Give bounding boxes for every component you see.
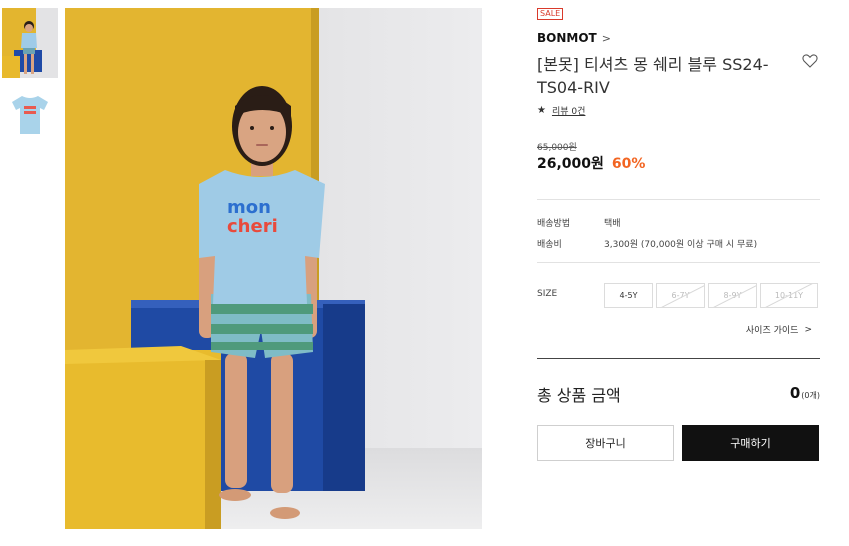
- star-icon: ★: [537, 105, 546, 116]
- main-product-image: mon cheri: [65, 8, 482, 529]
- total-quantity: (0개): [801, 391, 820, 400]
- chevron-right-icon: >: [601, 31, 611, 45]
- heart-outline-icon[interactable]: [801, 52, 819, 70]
- review-summary: ★ 리뷰 0건: [537, 104, 585, 117]
- size-guide-link[interactable]: 사이즈 가이드 >: [745, 323, 812, 337]
- discount-rate: 60%: [611, 156, 646, 172]
- divider-strong: [537, 358, 820, 359]
- total-amount-label: 총 상품 금액: [537, 386, 621, 405]
- original-price: 65,000원: [537, 143, 577, 153]
- thumbnail-model-image: [2, 8, 58, 78]
- add-to-cart-button[interactable]: 장바구니: [537, 425, 674, 461]
- sale-price: 26,000원: [537, 156, 604, 172]
- brand-name: BONMOT: [537, 31, 597, 45]
- divider: [537, 199, 820, 200]
- size-guide-label: 사이즈 가이드: [745, 326, 799, 336]
- divider: [537, 262, 820, 263]
- size-option-4-5y[interactable]: 4-5Y: [604, 283, 653, 308]
- size-option-10-11y[interactable]: 10-11Y: [760, 283, 818, 308]
- review-count-link[interactable]: 리뷰 0건: [552, 104, 585, 117]
- thumbnail-model-photo[interactable]: [2, 8, 58, 78]
- total-amount: 0 (0개): [790, 384, 820, 402]
- buy-now-button[interactable]: 구매하기: [682, 425, 819, 461]
- total-amount-value: 0: [789, 384, 801, 402]
- chevron-right-icon: >: [804, 324, 812, 335]
- product-photo-illustration: mon cheri: [65, 8, 482, 529]
- shirt-print-line1: mon: [227, 197, 271, 218]
- shirt-print-line2: cheri: [227, 216, 278, 237]
- shipping-method-value: 택배: [604, 219, 621, 229]
- shipping-fee-label: 배송비: [537, 240, 562, 250]
- size-option-8-9y[interactable]: 8-9Y: [708, 283, 757, 308]
- shipping-fee-value: 3,300원 (70,000원 이상 구매 시 무료): [604, 240, 758, 250]
- product-title: [본못] 티셔츠 몽 쉐리 블루 SS24-TS04-RIV: [537, 55, 769, 97]
- thumbnail-tshirt-image: [2, 86, 58, 142]
- brand-link[interactable]: BONMOT >: [537, 31, 611, 45]
- thumbnail-tshirt-photo[interactable]: [2, 86, 58, 142]
- price-row: 26,000원 60%: [537, 153, 645, 173]
- sale-badge: SALE: [537, 8, 564, 20]
- size-option-6-7y[interactable]: 6-7Y: [656, 283, 705, 308]
- shipping-method-label: 배송방법: [537, 219, 571, 229]
- size-label: SIZE: [537, 289, 558, 299]
